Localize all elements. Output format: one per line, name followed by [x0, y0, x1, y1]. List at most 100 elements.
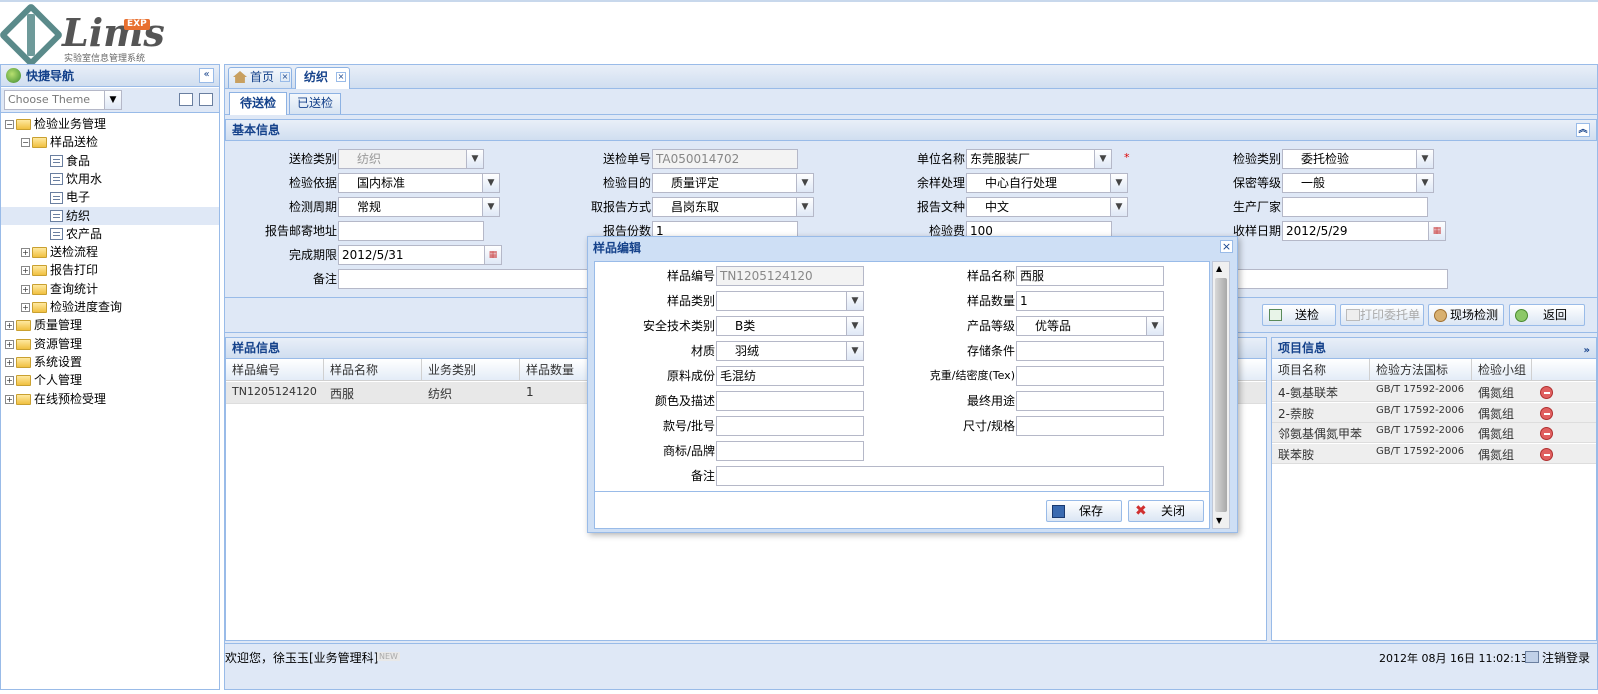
- tree-collapse-icon[interactable]: −: [21, 138, 30, 148]
- print-button[interactable]: 打印委托单: [1340, 304, 1424, 326]
- mail-field[interactable]: [338, 221, 484, 241]
- report-way-select[interactable]: 昌岗东取 ▼: [652, 197, 814, 217]
- chevron-down-icon[interactable]: ▼: [1416, 174, 1433, 192]
- dialog-scrollbar[interactable]: ▲ ▼: [1212, 261, 1230, 529]
- chevron-right-icon[interactable]: »: [1584, 341, 1590, 361]
- check-type-select[interactable]: 委托检验 ▼: [1282, 149, 1434, 169]
- chevron-down-icon[interactable]: ▼: [796, 174, 813, 192]
- maker-field[interactable]: [1282, 197, 1428, 217]
- tree-item[interactable]: 纺织: [1, 206, 219, 225]
- chevron-down-icon[interactable]: ▼: [1110, 198, 1127, 216]
- table-row[interactable]: 邻氨基偶氮甲苯 GB/T 17592-2006 偶氮组: [1272, 423, 1596, 443]
- dlg-color-field[interactable]: [716, 391, 864, 411]
- column-header[interactable]: 业务类别: [422, 359, 520, 381]
- dlg-cat-select[interactable]: ▼: [716, 291, 864, 311]
- theme-select[interactable]: Choose Theme ▼: [4, 90, 122, 110]
- tab-textile[interactable]: 纺织 ×: [295, 67, 350, 89]
- chevron-down-icon[interactable]: ▼: [846, 292, 863, 310]
- tree-item[interactable]: + 资源管理: [1, 335, 219, 353]
- tree-item[interactable]: + 质量管理: [1, 316, 219, 334]
- dlg-size-field[interactable]: [1016, 416, 1164, 436]
- tree-item[interactable]: + 检验进度查询: [1, 298, 219, 316]
- secret-select[interactable]: 一般 ▼: [1282, 173, 1434, 193]
- cycle-select[interactable]: 常规 ▼: [338, 197, 500, 217]
- tree-item[interactable]: 农产品: [1, 225, 219, 243]
- tree-item[interactable]: + 在线预检受理: [1, 390, 219, 408]
- chevron-up-icon[interactable]: ︽: [1576, 123, 1590, 137]
- chevron-down-icon[interactable]: ▼: [482, 198, 499, 216]
- chevron-down-icon[interactable]: ▼: [482, 174, 499, 192]
- close-icon[interactable]: ×: [1220, 240, 1233, 253]
- column-header[interactable]: 检验方法国标: [1370, 359, 1472, 381]
- scroll-up-icon[interactable]: ▲: [1216, 264, 1222, 273]
- tab-home[interactable]: 首页 ×: [228, 67, 292, 88]
- table-row[interactable]: 4-氨基联苯 GB/T 17592-2006 偶氮组: [1272, 382, 1596, 402]
- chevron-down-icon[interactable]: ▼: [1110, 174, 1127, 192]
- tree-expand-icon[interactable]: +: [5, 376, 14, 386]
- tree-item[interactable]: + 个人管理: [1, 371, 219, 389]
- tree-expand-icon[interactable]: +: [5, 357, 14, 367]
- dlg-qty-field[interactable]: 1: [1016, 291, 1164, 311]
- logout-icon[interactable]: [1525, 651, 1539, 663]
- dlg-brand-field[interactable]: [716, 441, 864, 461]
- close-button[interactable]: ✖ 关闭: [1128, 500, 1204, 522]
- remove-icon[interactable]: [1540, 406, 1553, 420]
- calendar-icon[interactable]: ▦: [1428, 222, 1445, 240]
- chevron-down-icon[interactable]: ▼: [796, 198, 813, 216]
- tree-item[interactable]: 食品: [1, 152, 219, 170]
- table-row[interactable]: 2-萘胺 GB/T 17592-2006 偶氮组: [1272, 402, 1596, 423]
- tree-expand-icon[interactable]: +: [5, 321, 14, 331]
- dlg-usage-field[interactable]: [1016, 391, 1164, 411]
- chevron-down-icon[interactable]: ▼: [846, 317, 863, 335]
- tree-expand-icon[interactable]: +: [5, 339, 14, 349]
- send-button[interactable]: 送检: [1262, 304, 1336, 326]
- remove-icon[interactable]: [1540, 386, 1553, 399]
- save-button[interactable]: 保存: [1046, 500, 1122, 522]
- tree-item[interactable]: + 查询统计: [1, 280, 219, 298]
- unit-select[interactable]: 东莞服装厂 ▼: [966, 149, 1112, 169]
- report-lang-select[interactable]: 中文 ▼: [966, 197, 1128, 217]
- tree-item[interactable]: − 样品送检: [1, 133, 219, 151]
- collapse-all-icon[interactable]: [199, 93, 213, 106]
- column-header[interactable]: 项目名称: [1272, 359, 1370, 381]
- dlg-material-select[interactable]: 羽绒 ▼: [716, 341, 864, 361]
- expand-all-icon[interactable]: [179, 93, 193, 106]
- dlg-composition-field[interactable]: 毛混纺: [716, 366, 864, 386]
- chevron-down-icon[interactable]: ▼: [1094, 150, 1111, 168]
- tree-expand-icon[interactable]: +: [21, 266, 30, 276]
- basis-select[interactable]: 国内标准 ▼: [338, 173, 500, 193]
- table-row[interactable]: 联苯胺 GB/T 17592-2006 偶氮组: [1272, 443, 1596, 464]
- chevron-down-icon[interactable]: ▼: [1146, 317, 1163, 335]
- calendar-icon[interactable]: ▦: [484, 246, 501, 264]
- tree-expand-icon[interactable]: +: [21, 284, 30, 294]
- dlg-style-field[interactable]: [716, 416, 864, 436]
- back-button[interactable]: 返回: [1509, 304, 1585, 326]
- chevron-down-icon[interactable]: ▼: [104, 91, 121, 109]
- dlg-name-field[interactable]: 西服: [1016, 266, 1164, 286]
- tree-collapse-icon[interactable]: −: [5, 120, 14, 129]
- logout-link[interactable]: 注销登录: [1542, 649, 1590, 666]
- tree-item[interactable]: + 送检流程: [1, 243, 219, 261]
- dlg-safety-select[interactable]: B类 ▼: [716, 316, 864, 336]
- tree-item[interactable]: − 检验业务管理: [1, 115, 219, 133]
- tree-item[interactable]: + 系统设置: [1, 353, 219, 371]
- column-header[interactable]: 样品名称: [324, 359, 422, 381]
- nav-collapse-icon[interactable]: «: [199, 68, 214, 83]
- close-icon[interactable]: ×: [336, 72, 346, 82]
- remove-icon[interactable]: [1540, 447, 1553, 461]
- close-icon[interactable]: ×: [280, 72, 290, 82]
- tree-item[interactable]: 电子: [1, 188, 219, 206]
- tree-expand-icon[interactable]: +: [21, 248, 30, 258]
- scroll-thumb[interactable]: [1215, 278, 1227, 512]
- remove-icon[interactable]: [1540, 427, 1553, 440]
- tab-sent[interactable]: 已送检: [289, 93, 341, 114]
- deadline-field[interactable]: 2012/5/31 ▦: [338, 245, 502, 265]
- column-header[interactable]: 样品编号: [226, 359, 324, 381]
- tree-item[interactable]: + 报告打印: [1, 261, 219, 279]
- tree-item[interactable]: 饮用水: [1, 170, 219, 188]
- field-test-button[interactable]: 现场检测: [1428, 304, 1504, 326]
- purpose-select[interactable]: 质量评定 ▼: [652, 173, 814, 193]
- remain-select[interactable]: 中心自行处理 ▼: [966, 173, 1128, 193]
- dlg-density-field[interactable]: [1016, 366, 1164, 386]
- dlg-grade-select[interactable]: 优等品 ▼: [1016, 316, 1164, 336]
